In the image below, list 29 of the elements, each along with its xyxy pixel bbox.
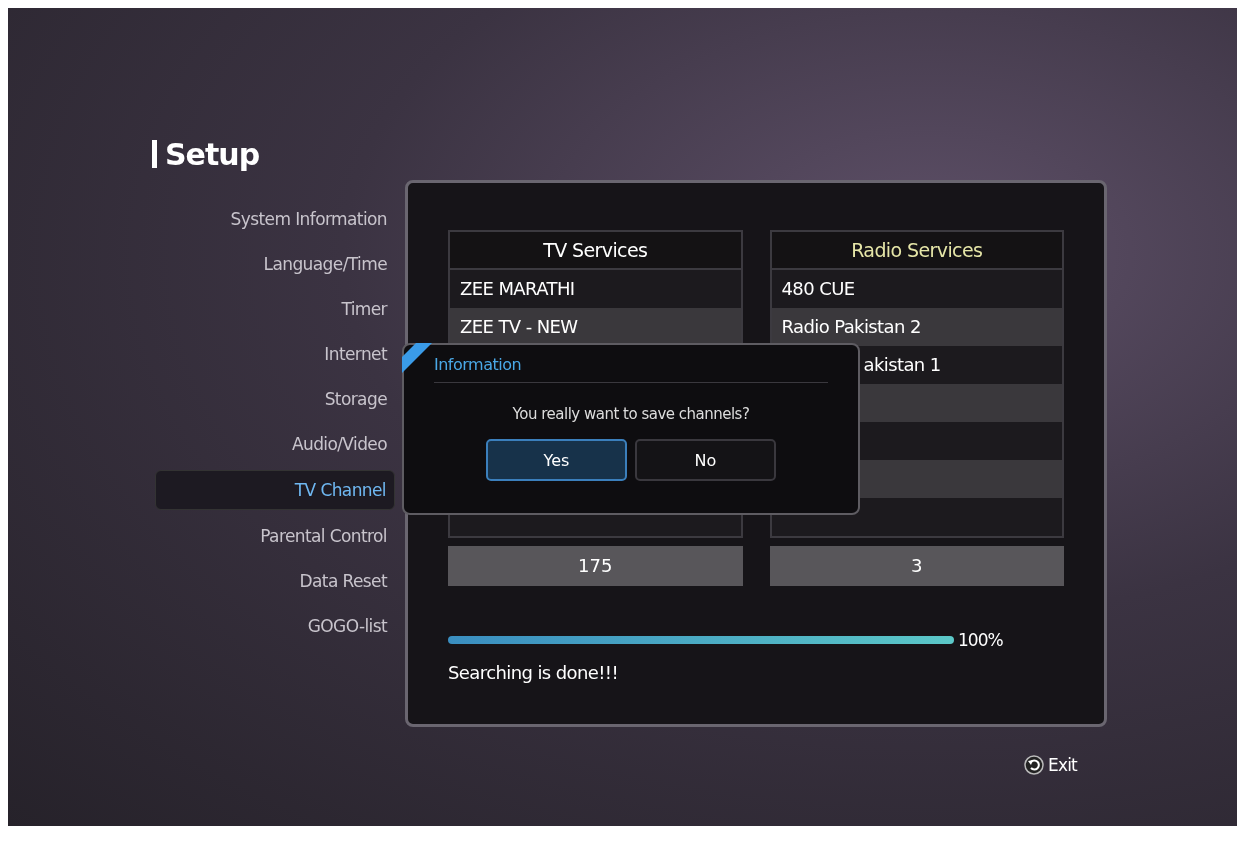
channel-count: 175 — [448, 546, 743, 586]
progress-reading: 100% — [958, 630, 1003, 650]
dialog-button[interactable]: No — [635, 439, 776, 481]
column-header: TV Services — [448, 230, 743, 270]
sidebar-item[interactable]: System Information — [155, 200, 395, 238]
channel-row[interactable]: ZEE MARATHI — [450, 270, 741, 308]
corner-accent-icon — [402, 343, 432, 373]
dialog-button[interactable]: Yes — [486, 439, 627, 481]
exit-button[interactable]: Exit — [1024, 755, 1077, 775]
sidebar-item[interactable]: Data Reset — [155, 562, 395, 600]
sidebar-item[interactable]: Internet — [155, 335, 395, 373]
status-message: Searching is done!!! — [448, 662, 620, 683]
return-icon — [1024, 755, 1044, 775]
channel-row[interactable]: 480 CUE — [771, 270, 1062, 308]
sidebar-item[interactable]: TV Channel — [155, 470, 395, 510]
channel-count: 3 — [769, 546, 1064, 586]
sidebar-item[interactable]: Parental Control — [155, 517, 395, 555]
dialog-title: Information — [434, 355, 828, 383]
sidebar-item[interactable]: Language/Time — [155, 245, 395, 283]
sidebar-item[interactable]: GOGO-list — [155, 607, 395, 645]
column-header: Radio Services — [769, 230, 1064, 270]
sidebar-item[interactable]: Storage — [155, 380, 395, 418]
page-title: Setup — [165, 136, 260, 172]
channel-row[interactable]: Radio Pakistan 2 — [771, 308, 1062, 346]
title-bar-icon — [152, 140, 157, 168]
sidebar-item[interactable]: Timer — [155, 290, 395, 328]
sidebar-item[interactable]: Audio/Video — [155, 425, 395, 463]
dialog-message: You really want to save channels? — [511, 405, 751, 423]
channel-row[interactable]: ZEE TV - NEW — [450, 308, 741, 346]
